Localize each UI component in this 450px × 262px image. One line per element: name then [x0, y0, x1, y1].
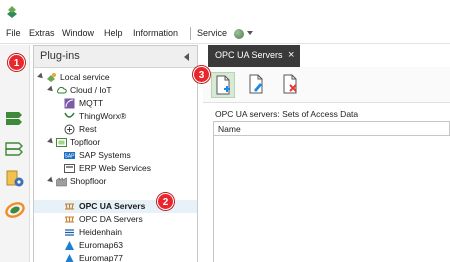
topfloor-icon: [56, 138, 67, 147]
tree-item-erp-web-services[interactable]: ERP Web Services: [34, 162, 197, 175]
svg-text:SAP: SAP: [64, 154, 75, 160]
plugins-panel-header: Plug-ins: [34, 46, 197, 68]
expand-arrow-icon[interactable]: [47, 137, 55, 146]
menu-extras[interactable]: Extras: [29, 28, 55, 38]
plugins-panel: Plug-ins Local service Cloud / IoT MQTT …: [33, 45, 198, 262]
tab-label: OPC UA Servers: [215, 50, 283, 60]
tree-item-euromap63[interactable]: Euromap63: [34, 239, 197, 252]
tree-label: ERP Web Services: [79, 163, 151, 173]
chevron-down-icon[interactable]: [247, 31, 253, 35]
tree-label: Topfloor: [70, 137, 101, 147]
opc-da-icon: [65, 216, 74, 223]
menu-window[interactable]: Window: [62, 28, 94, 38]
document-area: OPC UA Servers × OPC UA servers: Sets of…: [203, 45, 450, 262]
shopfloor-icon: [56, 177, 67, 187]
tree-item-shopfloor[interactable]: Shopfloor: [34, 175, 197, 188]
edit-button[interactable]: [245, 72, 269, 98]
tree-item-heidenhain[interactable]: Heidenhain: [34, 226, 197, 239]
mapping-icon[interactable]: [3, 137, 27, 159]
tree-label: OPC DA Servers: [79, 214, 143, 224]
collapse-panel-icon[interactable]: [184, 53, 189, 61]
tree-label: Rest: [79, 124, 97, 134]
rest-icon: [64, 124, 75, 135]
close-icon[interactable]: ×: [288, 49, 294, 61]
tree-item-topfloor[interactable]: Topfloor: [34, 136, 197, 149]
euromap-icon: [65, 254, 74, 262]
tree-label: Euromap77: [79, 253, 123, 262]
tree-item-euromap77[interactable]: Euromap77: [34, 252, 197, 262]
new-button[interactable]: [211, 72, 235, 98]
view-switcher-strip: [0, 45, 30, 262]
tree-label: Local service: [60, 72, 110, 82]
tree-label: Heidenhain: [79, 227, 123, 237]
local-service-icon: [47, 73, 56, 82]
data-flow-icon[interactable]: [3, 107, 27, 129]
title-bar: [0, 0, 450, 24]
menu-service[interactable]: Service: [197, 28, 227, 38]
tree-label: SAP Systems: [79, 150, 131, 160]
tree-label: Shopfloor: [70, 176, 107, 186]
tree-label: Euromap63: [79, 240, 123, 250]
delete-button[interactable]: [279, 72, 303, 98]
menu-help[interactable]: Help: [104, 28, 123, 38]
menu-separator: [190, 27, 191, 40]
tree-item-thingworx[interactable]: ThingWorx®: [34, 110, 197, 123]
menu-information[interactable]: Information: [133, 28, 178, 38]
toolbar: [203, 67, 450, 103]
delete-entry-icon: [283, 74, 297, 94]
erp-icon: [64, 164, 75, 173]
tree-label: Cloud / IoT: [70, 85, 112, 95]
tree-item-cloud-iot[interactable]: Cloud / IoT: [34, 84, 197, 97]
tab-opc-ua-servers[interactable]: OPC UA Servers ×: [208, 45, 300, 67]
plugins-panel-title: Plug-ins: [40, 50, 80, 62]
settings-icon[interactable]: [3, 167, 27, 189]
menu-file[interactable]: File: [6, 28, 21, 38]
service-status-icon[interactable]: [234, 29, 244, 39]
tree-label: MQTT: [79, 98, 104, 108]
access-data-grid[interactable]: [213, 135, 450, 262]
callout-3: 3: [193, 66, 210, 83]
expand-arrow-icon[interactable]: [47, 176, 55, 185]
expand-arrow-icon[interactable]: [37, 72, 45, 81]
tree-label: ThingWorx®: [79, 111, 127, 121]
connections-icon[interactable]: [3, 199, 27, 221]
tree-item-sap-systems[interactable]: SAP SAP Systems: [34, 149, 197, 162]
section-label: OPC UA servers: Sets of Access Data: [215, 109, 359, 119]
tree-label: OPC UA Servers: [79, 201, 146, 211]
column-header-name[interactable]: Name: [218, 124, 241, 134]
grid-header: Name: [213, 121, 450, 136]
expand-arrow-icon[interactable]: [47, 85, 55, 94]
euromap-icon: [65, 241, 74, 250]
opc-ua-icon: [65, 203, 74, 210]
cloud-icon: [56, 86, 67, 94]
new-entry-icon: [216, 75, 230, 95]
tree-item-opc-da-servers[interactable]: OPC DA Servers: [34, 213, 197, 226]
tree-item-mqtt[interactable]: MQTT: [34, 97, 197, 110]
heidenhain-icon: [65, 229, 74, 236]
tree-item-rest[interactable]: Rest: [34, 123, 197, 136]
sap-icon: SAP: [64, 152, 75, 160]
thingworx-icon: [64, 112, 75, 118]
callout-1: 1: [8, 54, 25, 71]
edit-entry-icon: [249, 74, 263, 94]
mqtt-icon: [64, 98, 75, 109]
app-logo-icon: [7, 6, 17, 18]
callout-2: 2: [157, 193, 174, 210]
document-tab-strip: OPC UA Servers ×: [203, 45, 450, 67]
menu-bar: File Extras Window Help Information Serv…: [0, 24, 450, 44]
tree-item-local-service[interactable]: Local service: [34, 71, 197, 84]
